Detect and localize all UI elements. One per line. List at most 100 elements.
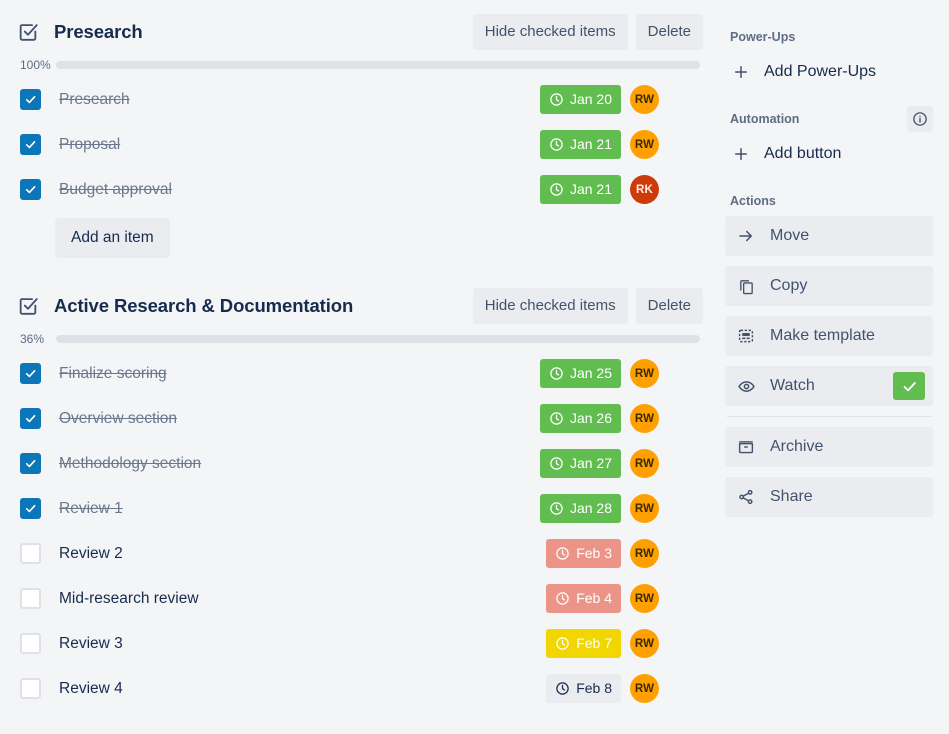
- checklist-item[interactable]: Review 4 Feb 8 RW: [16, 666, 703, 711]
- due-date-badge[interactable]: Jan 21: [539, 130, 621, 159]
- checklist-item-label: Review 1: [59, 499, 123, 517]
- due-date-badge[interactable]: Jan 27: [539, 449, 621, 478]
- hide-checked-items-button[interactable]: Hide checked items: [472, 288, 628, 324]
- checklist-header-actions: Hide checked items Delete: [472, 14, 703, 50]
- checklist-active-research: Active Research & Documentation Hide che…: [0, 270, 715, 711]
- sidebar-action-share[interactable]: Share: [725, 477, 933, 517]
- item-checkbox[interactable]: [20, 363, 41, 384]
- item-checkbox[interactable]: [20, 89, 41, 110]
- member-avatar[interactable]: RW: [630, 674, 659, 703]
- checklist-icon: [16, 20, 40, 44]
- checklist-item[interactable]: Review 2 Feb 3 RW: [16, 531, 703, 576]
- member-avatar[interactable]: RW: [630, 449, 659, 478]
- checklist-item-meta: Jan 21 RK: [539, 175, 703, 204]
- clock-icon: [549, 137, 564, 152]
- checklist-item[interactable]: Review 1 Jan 28 RW: [16, 486, 703, 531]
- item-checkbox[interactable]: [20, 179, 41, 200]
- due-date-badge[interactable]: Jan 28: [539, 494, 621, 523]
- info-icon[interactable]: [907, 106, 933, 132]
- checklist-item-label: Mid-research review: [59, 589, 199, 607]
- checklist-presearch: Presearch Hide checked items Delete 100%…: [0, 0, 715, 258]
- checklist-item-meta: Jan 20 RW: [539, 85, 703, 114]
- checklist-item[interactable]: Methodology section Jan 27 RW: [16, 441, 703, 486]
- checklist-item[interactable]: Budget approval Jan 21 RK: [16, 167, 703, 212]
- item-checkbox[interactable]: [20, 453, 41, 474]
- checklist-item-meta: Jan 25 RW: [539, 359, 703, 388]
- add-item-row: Add an item: [16, 218, 703, 258]
- watch-enabled-badge[interactable]: [893, 372, 925, 400]
- checklist-item-meta: Jan 21 RW: [539, 130, 703, 159]
- checklist-item[interactable]: Review 3 Feb 7 RW: [16, 621, 703, 666]
- checklist-item[interactable]: Mid-research review Feb 4 RW: [16, 576, 703, 621]
- due-date-badge[interactable]: Feb 7: [546, 629, 621, 658]
- due-date-badge[interactable]: Feb 4: [546, 584, 621, 613]
- sidebar-action-watch[interactable]: Watch: [725, 366, 933, 406]
- due-date-badge[interactable]: Feb 3: [546, 539, 621, 568]
- checklist-icon: [16, 294, 40, 318]
- due-date-label: Feb 7: [576, 635, 612, 651]
- checklist-title: Active Research & Documentation: [54, 295, 354, 316]
- due-date-badge[interactable]: Jan 26: [539, 404, 621, 433]
- due-date-badge[interactable]: Feb 8: [546, 674, 621, 703]
- plus-icon: [730, 145, 752, 163]
- due-date-badge[interactable]: Jan 25: [539, 359, 621, 388]
- item-checkbox[interactable]: [20, 588, 41, 609]
- due-date-label: Jan 21: [569, 136, 612, 152]
- due-date-label: Jan 20: [569, 91, 612, 107]
- checklist-item[interactable]: Presearch Jan 20 RW: [16, 77, 703, 122]
- member-avatar[interactable]: RW: [630, 359, 659, 388]
- item-checkbox[interactable]: [20, 633, 41, 654]
- checklist-header: Presearch Hide checked items Delete: [16, 14, 703, 50]
- member-avatar[interactable]: RW: [630, 539, 659, 568]
- member-avatar[interactable]: RW: [630, 629, 659, 658]
- checklist-item-label: Presearch: [59, 90, 130, 108]
- clock-icon: [549, 92, 564, 107]
- sidebar-action-move[interactable]: Move: [725, 216, 933, 256]
- item-checkbox[interactable]: [20, 678, 41, 699]
- item-checkbox[interactable]: [20, 498, 41, 519]
- sidebar-action-copy[interactable]: Copy: [725, 266, 933, 306]
- checklist-item[interactable]: Overview section Jan 26 RW: [16, 396, 703, 441]
- checklist-items: Finalize scoring Jan 25 RW Overview section…: [16, 351, 703, 711]
- member-avatar[interactable]: RW: [630, 494, 659, 523]
- delete-checklist-button[interactable]: Delete: [635, 14, 703, 50]
- member-avatar[interactable]: RW: [630, 584, 659, 613]
- member-avatar[interactable]: RK: [630, 175, 659, 204]
- copy-icon: [735, 276, 757, 296]
- checklist-item-label: Budget approval: [59, 180, 172, 198]
- progress-percent-label: 100%: [20, 58, 51, 72]
- member-avatar[interactable]: RW: [630, 404, 659, 433]
- item-checkbox[interactable]: [20, 134, 41, 155]
- add-button-button[interactable]: Add button: [725, 134, 933, 174]
- hide-checked-items-button[interactable]: Hide checked items: [472, 14, 628, 50]
- checklist-item-meta: Jan 27 RW: [539, 449, 703, 478]
- checklist-item-meta: Feb 3 RW: [546, 539, 703, 568]
- automation-heading: Automation: [730, 112, 800, 126]
- item-checkbox[interactable]: [20, 543, 41, 564]
- checklist-item[interactable]: Proposal Jan 21 RW: [16, 122, 703, 167]
- due-date-badge[interactable]: Jan 21: [539, 175, 621, 204]
- actions-list: Move Copy Make template Watch Archive Sh…: [725, 216, 933, 517]
- checklist-progress: 100%: [16, 59, 703, 71]
- card-detail-view: Presearch Hide checked items Delete 100%…: [0, 0, 949, 734]
- eye-icon: [735, 376, 757, 396]
- add-an-item-button[interactable]: Add an item: [55, 218, 170, 258]
- sidebar-section-automation: Automation Add button: [725, 106, 933, 174]
- checklist-item[interactable]: Finalize scoring Jan 25 RW: [16, 351, 703, 396]
- sidebar-action-make-template[interactable]: Make template: [725, 316, 933, 356]
- sidebar-action-label: Share: [770, 488, 813, 505]
- item-checkbox[interactable]: [20, 408, 41, 429]
- member-avatar[interactable]: RW: [630, 85, 659, 114]
- checklist-items: Presearch Jan 20 RW Proposal Jan 21 RW Budget …: [16, 77, 703, 212]
- checklist-item-meta: Feb 7 RW: [546, 629, 703, 658]
- delete-checklist-button[interactable]: Delete: [635, 288, 703, 324]
- sidebar-action-label: Copy: [770, 277, 808, 294]
- member-avatar[interactable]: RW: [630, 130, 659, 159]
- checklist-item-label: Proposal: [59, 135, 121, 153]
- due-date-badge[interactable]: Jan 20: [539, 85, 621, 114]
- automation-heading-row: Automation: [725, 106, 933, 132]
- archive-icon: [735, 437, 757, 457]
- add-powerups-button[interactable]: Add Power-Ups: [725, 52, 933, 92]
- sidebar-action-archive[interactable]: Archive: [725, 427, 933, 467]
